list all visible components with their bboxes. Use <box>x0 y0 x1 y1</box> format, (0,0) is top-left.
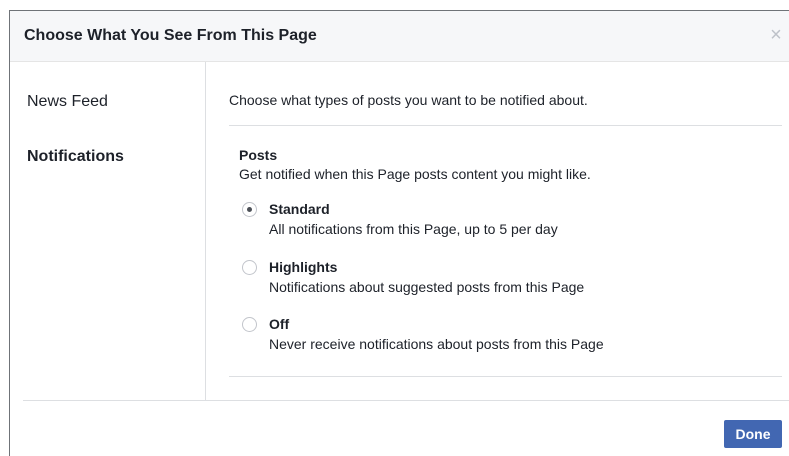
divider <box>229 125 782 126</box>
option-label: Highlights <box>269 259 338 275</box>
sidebar-item-news-feed[interactable]: News Feed <box>27 93 108 111</box>
dialog-title: Choose What You See From This Page <box>24 27 317 44</box>
radio-highlights[interactable] <box>242 260 257 275</box>
done-button[interactable]: Done <box>724 420 782 448</box>
option-description: Notifications about suggested posts from… <box>269 279 585 295</box>
dialog-header: Choose What You See From This Page × <box>10 11 789 62</box>
section-description: Get notified when this Page posts conten… <box>239 166 591 182</box>
radio-standard[interactable] <box>242 202 257 217</box>
sidebar-item-notifications[interactable]: Notifications <box>27 148 124 166</box>
divider <box>229 376 782 377</box>
option-label: Off <box>269 316 290 332</box>
option-label: Standard <box>269 201 330 217</box>
option-description: All notifications from this Page, up to … <box>269 221 558 237</box>
option-highlights[interactable]: Highlights Notifications about suggested… <box>242 257 762 297</box>
option-off[interactable]: Off Never receive notifications about po… <box>242 314 762 354</box>
footer-divider <box>23 400 789 401</box>
intro-text: Choose what types of posts you want to b… <box>229 92 588 108</box>
content-panel: Choose what types of posts you want to b… <box>206 62 789 400</box>
notification-settings-dialog: Choose What You See From This Page × New… <box>9 10 789 456</box>
option-description: Never receive notifications about posts … <box>269 336 604 352</box>
sidebar: News Feed Notifications <box>10 62 206 400</box>
radio-off[interactable] <box>242 317 257 332</box>
section-title: Posts <box>239 147 278 163</box>
close-icon[interactable]: × <box>767 24 785 46</box>
option-standard[interactable]: Standard All notifications from this Pag… <box>242 199 762 239</box>
